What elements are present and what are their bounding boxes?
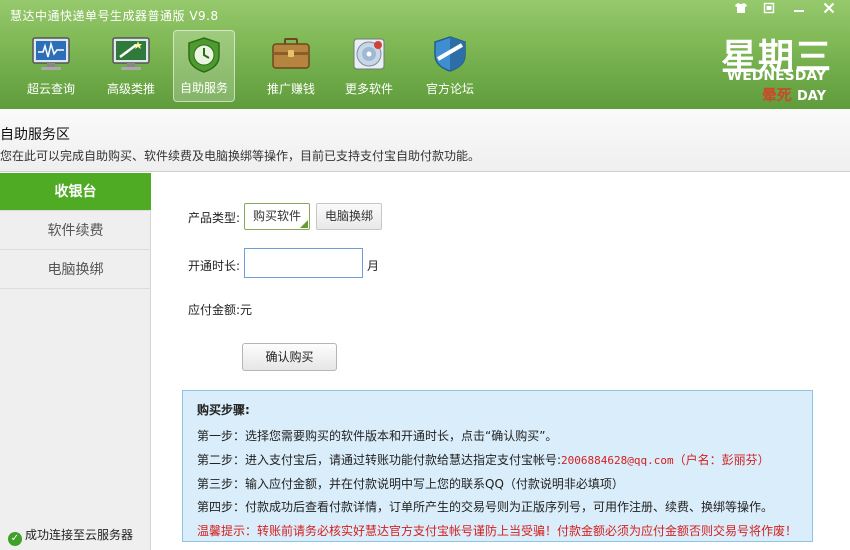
step-2: 第二步：进入支付宝后，请通过转账功能付款给慧达指定支付宝帐号:200688462… [197,451,770,468]
amount-label-text: 应付金额: [188,303,241,317]
alipay-account: 2006884628@qq.com [561,454,674,467]
nav-official-forum[interactable]: 官方论坛 [419,30,481,102]
nav-self-service[interactable]: 自助服务 [173,30,235,102]
warning-tip: 温馨提示：转账前请务必核实好慧达官方支付宝帐号谨防上当受骗！付款金额必须为应付金… [197,524,798,538]
top-banner: 慧达中通快递单号生成器普通版 V9.8 超云查询 高级类推 自助服务 推广赚钱 … [0,0,850,109]
nav-label: 官方论坛 [425,82,474,96]
sidebar: 收银台 软件续费 电脑换绑 ✓ 成功连接至云服务器 [0,173,151,550]
connection-status-text: 成功连接至云服务器 [25,528,134,542]
check-icon: ✓ [8,532,22,546]
shield-icon [434,36,466,72]
nav-promote-earn[interactable]: 推广赚钱 [260,30,322,102]
step-2-text: 第二步：进入支付宝后，请通过转账功能付款给慧达指定支付宝帐号: [197,453,562,467]
magic-screen-icon [112,37,150,70]
clock-shield-icon [188,37,220,73]
nav-label: 更多软件 [344,82,393,96]
weekday-extra-cn: 晕死 [761,86,792,104]
confirm-purchase-button[interactable]: 确认购买 [242,343,337,371]
weekday-extra-en: DAY [796,89,826,104]
disc-icon [353,38,385,70]
nav-more-software[interactable]: 更多软件 [338,30,400,102]
monitor-icon [32,37,70,70]
sidebar-item-rebind[interactable]: 电脑换绑 [0,251,151,289]
step-1: 第一步：选择您需要购买的软件版本和开通时长，点击“确认购买”。 [197,429,558,443]
amount-unit: 元 [240,303,253,317]
step-3: 第三步：输入应付金额，并在付款说明中写上您的联系QQ（付款说明非必填项） [197,477,624,491]
restore-icon[interactable] [756,2,782,20]
connection-status: ✓ 成功连接至云服务器 [8,526,133,546]
nav-label: 推广赚钱 [266,82,315,96]
section-subtitle: 您在此可以完成自助购买、软件续费及电脑换绑等操作，目前已支持支付宝自助付款功能。 [0,149,481,163]
nav-label: 高级类推 [106,82,155,96]
buy-software-label: 购买软件 [252,209,301,223]
rebind-option[interactable]: 电脑换绑 [316,203,382,230]
nav-label: 自助服务 [179,81,228,95]
nav-cloud-query[interactable]: 超云查询 [20,30,82,102]
duration-unit: 月 [367,259,380,273]
minimize-icon[interactable] [786,2,812,20]
nav-label: 超云查询 [26,82,75,96]
nav-advanced-infer[interactable]: 高级类推 [100,30,162,102]
sidebar-item-cashier[interactable]: 收银台 [0,173,151,211]
window-title: 慧达中通快递单号生成器普通版 V9.8 [10,9,219,23]
section-title: 自助服务区 [0,127,70,143]
buy-software-option[interactable]: 购买软件 [244,203,310,230]
rebind-label: 电脑换绑 [324,209,373,223]
duration-input[interactable] [244,248,363,278]
selected-corner-icon [300,220,308,228]
steps-title: 购买步骤: [197,403,250,417]
step-4: 第四步：付款成功后查看付款详情，订单所产生的交易号则为正版序列号，可用作注册、续… [197,500,774,514]
amount-label: 应付金额:元 [188,301,252,318]
shirt-icon[interactable] [728,2,754,20]
sidebar-item-renewal[interactable]: 软件续费 [0,212,151,250]
close-icon[interactable] [816,2,842,20]
weekday-en: WEDNESDAY [726,68,826,84]
alipay-owner: （户名：彭丽芬） [673,453,770,467]
product-type-label: 产品类型: [188,211,241,225]
weekday-extra: 晕死 DAY [762,84,826,105]
briefcase-icon [272,38,310,69]
purchase-steps-box: 购买步骤: 第一步：选择您需要购买的软件版本和开通时长，点击“确认购买”。 第二… [182,390,813,542]
duration-label: 开通时长: [188,259,241,273]
